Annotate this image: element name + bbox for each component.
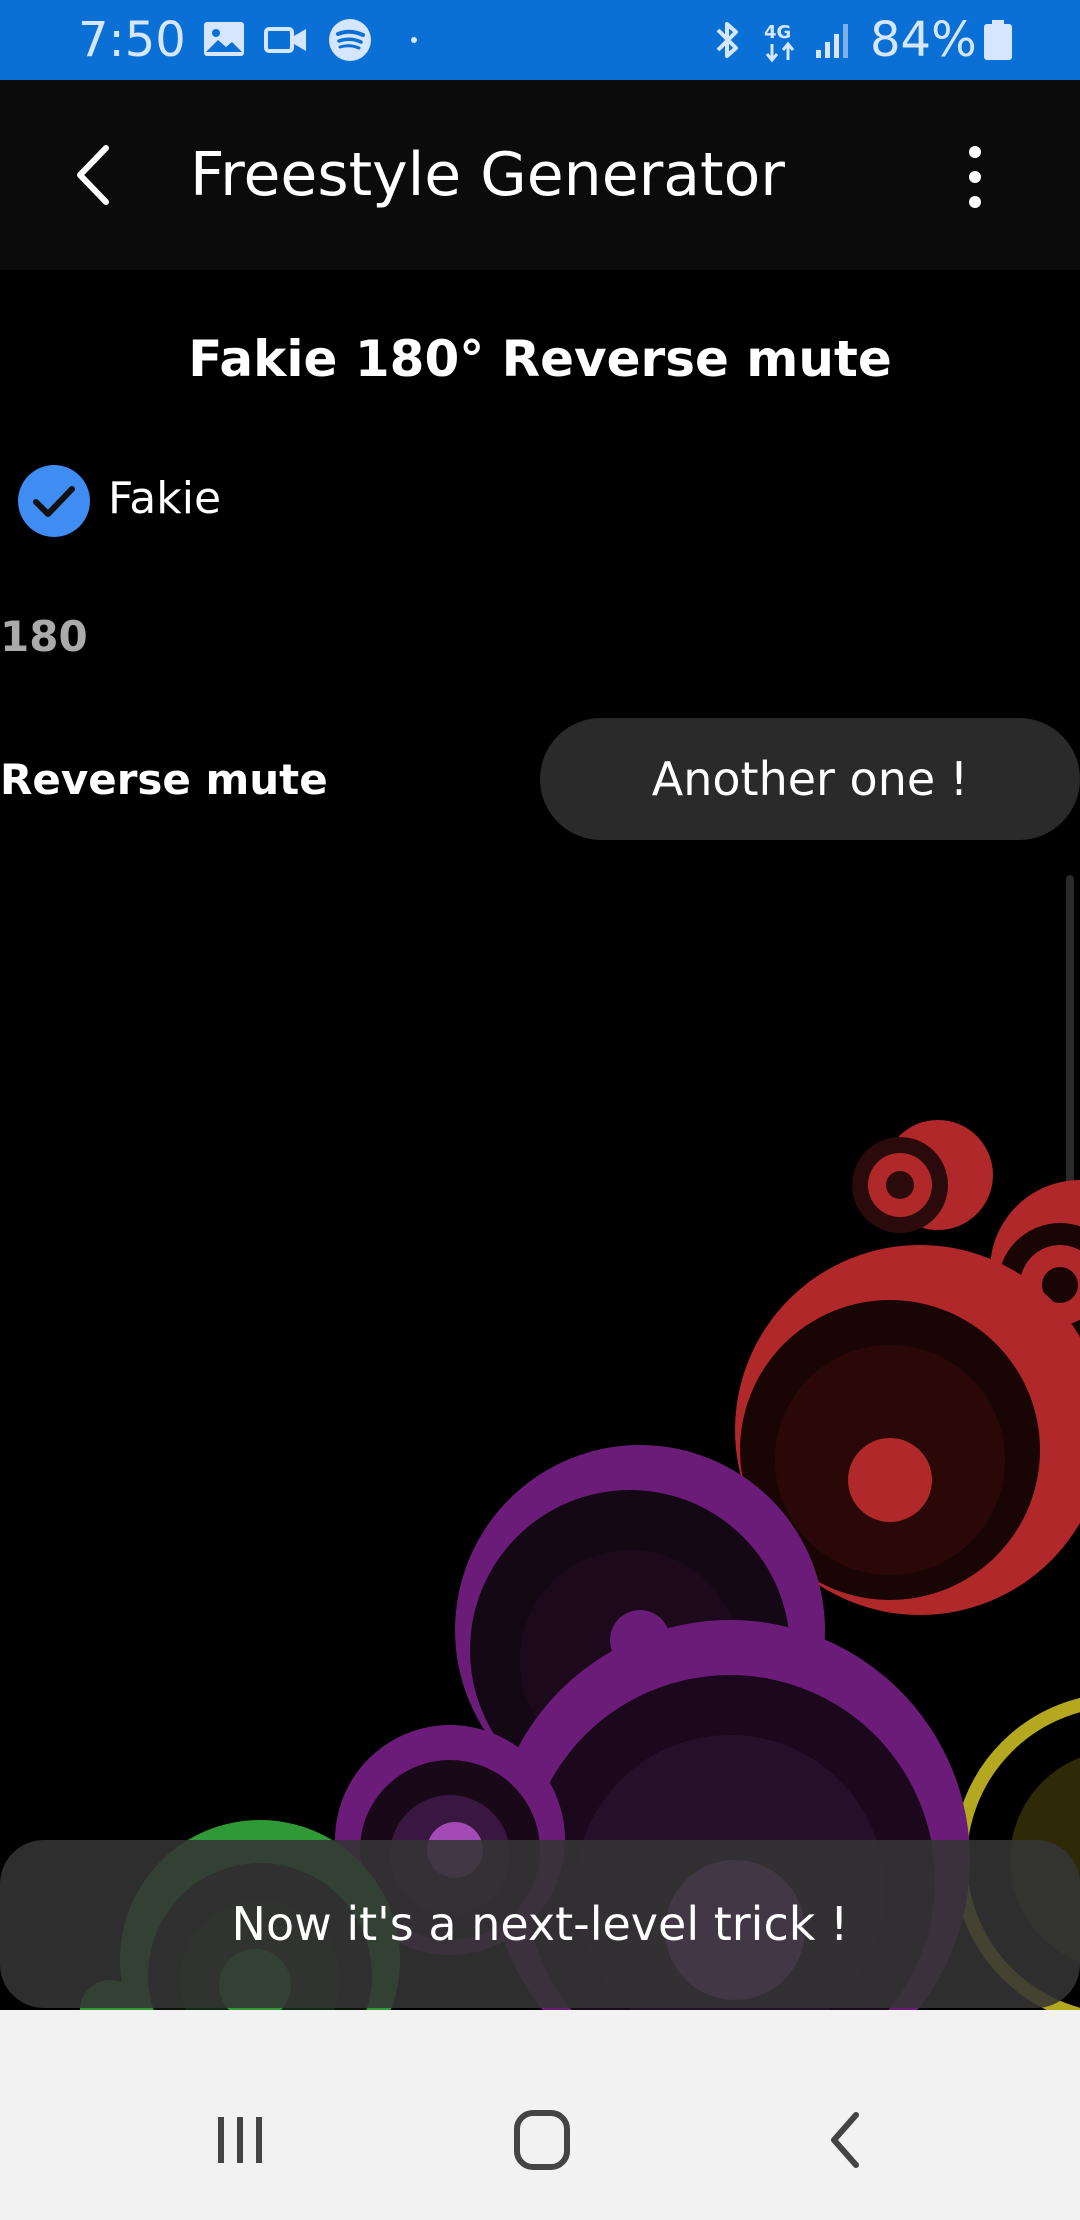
- another-one-button[interactable]: Another one !: [540, 718, 1080, 840]
- check-icon: [33, 486, 75, 517]
- toast-message: Now it's a next-level trick !: [0, 1840, 1080, 2008]
- battery-percent: 84%: [870, 12, 977, 68]
- network-4g-icon: 4G: [764, 22, 795, 63]
- more-vert-icon[interactable]: [950, 138, 1000, 218]
- bluetooth-icon: [716, 22, 738, 58]
- battery-icon: [984, 20, 1012, 60]
- rotation-label: 180: [0, 612, 88, 661]
- signal-icon: [816, 24, 848, 58]
- trick-title: Fakie 180° Reverse mute: [188, 330, 892, 388]
- back-arrow-icon[interactable]: [60, 130, 130, 220]
- grab-label: Reverse mute: [0, 755, 328, 804]
- video-icon: [264, 27, 306, 53]
- app-title: Freestyle Generator: [190, 140, 785, 210]
- status-bar: 7:50 4G 84%: [0, 0, 1080, 80]
- home-icon[interactable]: [502, 2105, 582, 2175]
- recents-icon[interactable]: [200, 2105, 280, 2175]
- dot-icon: [411, 37, 417, 43]
- gallery-icon: [204, 22, 244, 56]
- spotify-icon: [329, 19, 371, 61]
- fakie-checkbox[interactable]: [18, 465, 90, 537]
- fakie-label[interactable]: Fakie: [108, 473, 221, 524]
- svg-text:4G: 4G: [764, 22, 791, 43]
- status-time: 7:50: [78, 12, 186, 68]
- back-icon[interactable]: [806, 2105, 886, 2175]
